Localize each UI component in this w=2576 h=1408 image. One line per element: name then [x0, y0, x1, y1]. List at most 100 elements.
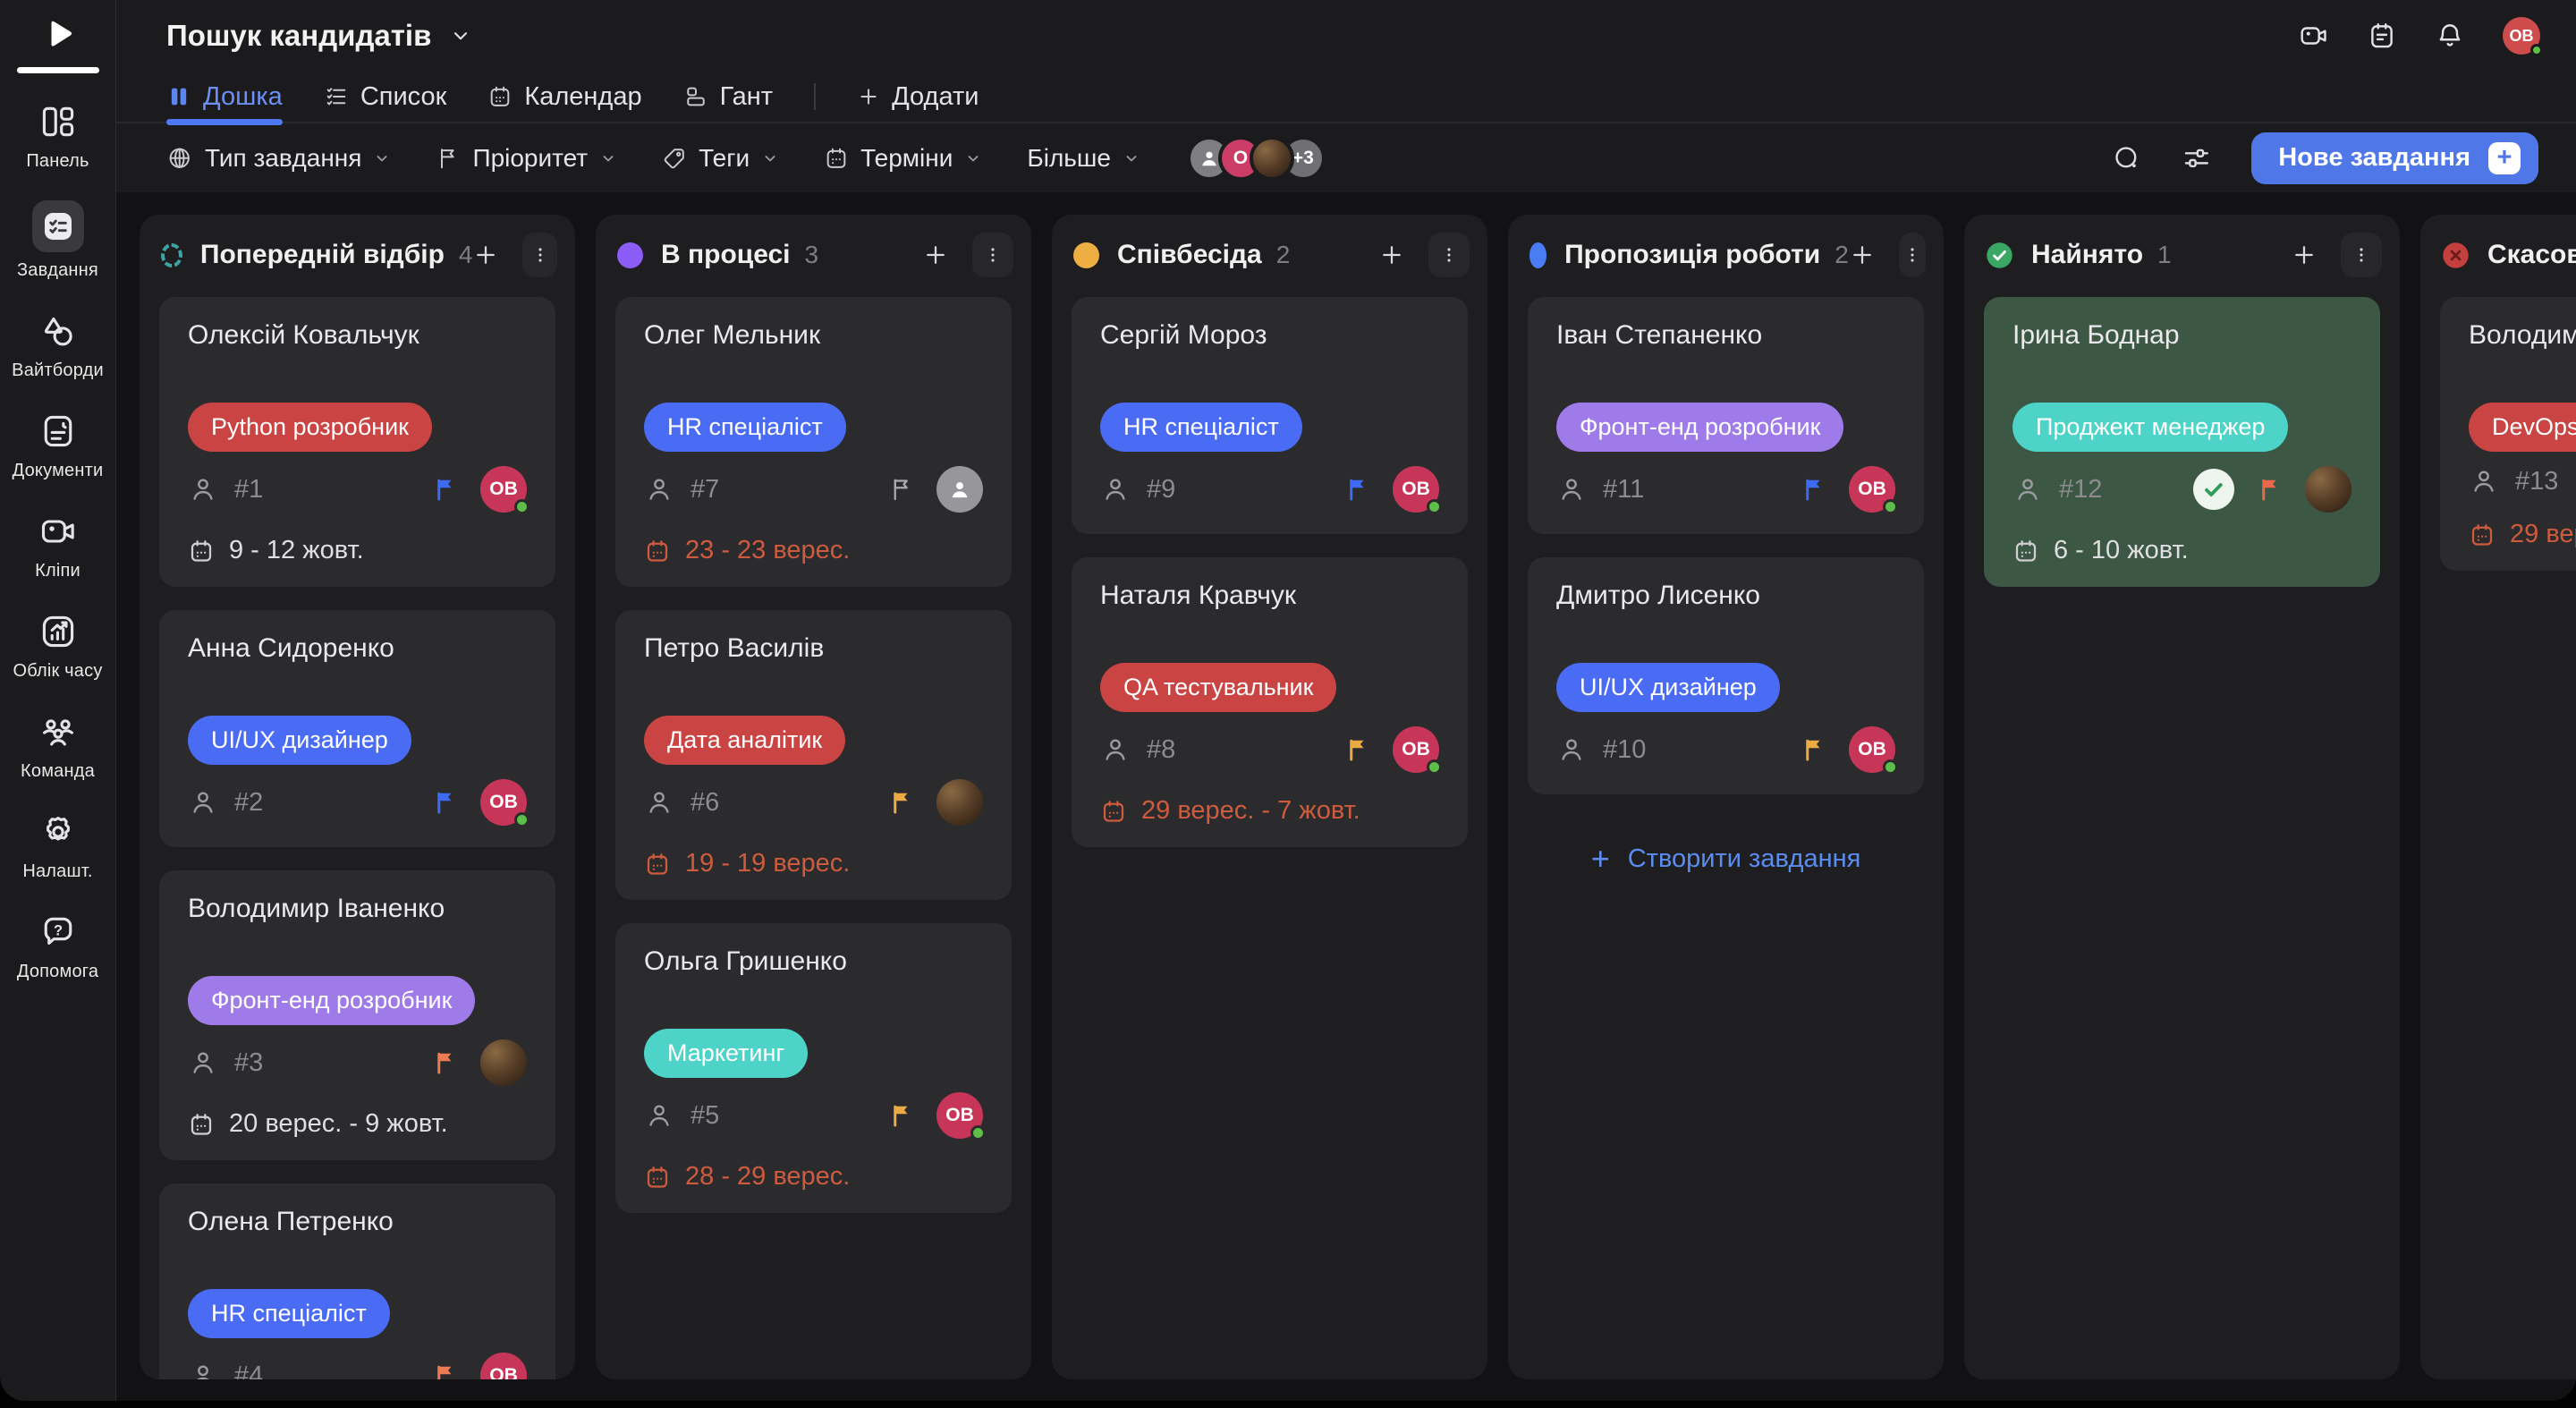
task-card[interactable]: Олена ПетренкоHR спеціаліст#4ОВ5 - 14 жо… — [159, 1183, 555, 1379]
column-add-task-button[interactable] — [1849, 242, 1876, 268]
plus-icon — [2291, 242, 2318, 268]
card-meta-actions: ОВ — [1344, 726, 1439, 773]
kanban-column: В процесі3Олег МельникHR спеціаліст#723 … — [596, 215, 1031, 1379]
avatar-initials: ОВ — [1402, 739, 1430, 760]
column-menu-button[interactable] — [522, 233, 557, 277]
sidebar-item-label: Допомога — [17, 962, 98, 982]
calendar-icon — [2012, 538, 2039, 564]
task-id: #13 — [2515, 467, 2558, 496]
sidebar-item-tasks[interactable]: Завдання — [0, 200, 115, 281]
sidebar-item-dashboard[interactable]: Панель — [0, 100, 115, 172]
chevron-down-icon — [599, 149, 617, 167]
assignee-avatar[interactable]: ОВ — [1849, 726, 1895, 773]
task-card[interactable]: Наталя КравчукQA тестувальник#8ОВ29 вере… — [1072, 557, 1468, 847]
task-card[interactable]: Петро ВасилівДата аналітик#619 - 19 вере… — [615, 610, 1012, 900]
task-card[interactable]: Олексій КовальчукPython розробник#1ОВ9 -… — [159, 297, 555, 587]
column-add-task-button[interactable] — [2291, 242, 2318, 268]
person-icon — [1100, 474, 1131, 505]
filter-deadlines[interactable]: Терміни — [824, 144, 982, 173]
person-icon — [2012, 474, 2043, 505]
assignee-avatar[interactable]: ОВ — [480, 466, 527, 513]
new-task-button[interactable]: Нове завдання + — [2251, 132, 2538, 184]
video-call-button[interactable] — [2299, 21, 2329, 51]
role-tag: Python розробник — [188, 403, 432, 452]
task-card[interactable]: Ольга ГришенкоМаркетинг#5ОВ28 - 29 верес… — [615, 923, 1012, 1213]
play-logo-icon — [36, 13, 80, 55]
task-card[interactable]: Олег МельникHR спеціаліст#723 - 23 верес… — [615, 297, 1012, 587]
card-meta-actions — [888, 779, 983, 826]
column-add-task-button[interactable] — [1378, 242, 1405, 268]
person-icon — [644, 474, 674, 505]
filter-priority[interactable]: Пріоритет — [436, 144, 617, 173]
priority-flag-icon — [1801, 476, 1827, 503]
sidebar-item-time-tracking[interactable]: Облік часу — [0, 610, 115, 682]
create-task-button[interactable]: +Створити завдання — [1528, 843, 1924, 875]
sidebar-item-team[interactable]: Команда — [0, 710, 115, 782]
sidebar-item-whiteboards[interactable]: Вайтборди — [0, 310, 115, 381]
assignee-avatar-photo[interactable] — [2305, 466, 2351, 513]
assignee-avatar-stack[interactable]: О +3 — [1187, 136, 1326, 181]
priority-flag-icon — [888, 476, 915, 503]
plus-icon: + — [2488, 142, 2521, 174]
sidebar-item-help[interactable]: ? Допомога — [0, 911, 115, 982]
column-menu-button[interactable] — [1428, 233, 1470, 277]
assignee-avatar[interactable]: ОВ — [1393, 726, 1439, 773]
task-card[interactable]: Володимир ІваненкоФронт-енд розробник#32… — [159, 870, 555, 1160]
tab-calendar[interactable]: Календар — [487, 72, 641, 122]
task-card[interactable]: Анна СидоренкоUI/UX дизайнер#2ОВ — [159, 610, 555, 847]
card-title: Сергій Мороз — [1100, 320, 1439, 351]
assignee-avatar-photo[interactable] — [480, 1039, 527, 1086]
filter-label: Більше — [1027, 144, 1111, 173]
online-status-dot — [970, 1125, 986, 1141]
card-meta-row: #3 — [188, 1039, 527, 1086]
column-add-task-button[interactable] — [472, 242, 499, 268]
assignee-avatar[interactable]: ОВ — [1849, 466, 1895, 513]
online-status-dot — [514, 812, 530, 827]
person-icon — [188, 1048, 218, 1078]
assignee-avatar[interactable]: ОВ — [1393, 466, 1439, 513]
column-menu-button[interactable] — [1899, 233, 1926, 277]
sidebar-item-clips[interactable]: Кліпи — [0, 510, 115, 581]
online-status-dot — [1883, 759, 1898, 775]
tab-gantt[interactable]: Гант — [683, 72, 774, 122]
tab-board[interactable]: Дошка — [166, 72, 283, 122]
column-cards: Олексій КовальчукPython розробник#1ОВ9 -… — [140, 293, 575, 1379]
kebab-menu-icon — [530, 245, 550, 265]
person-icon — [644, 787, 674, 818]
task-card[interactable]: Ірина БоднарПроджект менеджер#126 - 10 ж… — [1984, 297, 2380, 587]
column-menu-button[interactable] — [972, 233, 1013, 277]
chevron-down-icon — [761, 149, 779, 167]
sidebar-item-label: Команда — [21, 761, 95, 782]
assignee-avatar-photo[interactable] — [936, 779, 983, 826]
assignee-avatar[interactable]: ОВ — [480, 779, 527, 826]
tab-add-view[interactable]: Додати — [857, 72, 979, 122]
column-menu-button[interactable] — [2341, 233, 2382, 277]
project-switcher-chevron[interactable] — [449, 24, 472, 47]
notifications-button[interactable] — [2435, 21, 2465, 51]
list-view-icon — [324, 84, 349, 109]
search-button[interactable] — [2112, 143, 2142, 174]
task-card[interactable]: Іван СтепаненкоФронт-енд розробник#11ОВ — [1528, 297, 1924, 534]
filter-tags[interactable]: Теги — [662, 144, 779, 173]
column-title: Скасовано — [2487, 240, 2576, 270]
tab-list[interactable]: Список — [324, 72, 447, 122]
column-count: 1 — [2157, 241, 2172, 269]
sidebar-item-settings[interactable]: Налашт. — [0, 810, 115, 882]
column-add-task-button[interactable] — [922, 242, 949, 268]
filter-task-type[interactable]: Тип завдання — [166, 144, 391, 173]
task-card[interactable]: Дмитро ЛисенкоUI/UX дизайнер#10ОВ — [1528, 557, 1924, 794]
priority-flag-icon — [1344, 476, 1371, 503]
filter-more[interactable]: Більше — [1027, 144, 1140, 173]
sidebar-item-label: Панель — [26, 151, 89, 172]
assignee-avatar-placeholder[interactable] — [936, 466, 983, 513]
task-card[interactable]: Володимир ІDevOps Інже#1329 верес. - — [2440, 297, 2576, 571]
kanban-board: Попередній відбір4Олексій КовальчукPytho… — [116, 192, 2576, 1401]
notes-button[interactable] — [2367, 21, 2397, 51]
sidebar-item-documents[interactable]: Документи — [0, 410, 115, 481]
task-card[interactable]: Сергій МорозHR спеціаліст#9ОВ — [1072, 297, 1468, 534]
user-avatar[interactable]: ОВ — [2503, 17, 2540, 55]
assignee-avatar[interactable]: ОВ — [936, 1092, 983, 1139]
assignee-avatar[interactable]: ОВ — [480, 1353, 527, 1379]
chevron-down-icon — [1123, 149, 1140, 167]
filter-settings-button[interactable] — [2182, 143, 2212, 174]
